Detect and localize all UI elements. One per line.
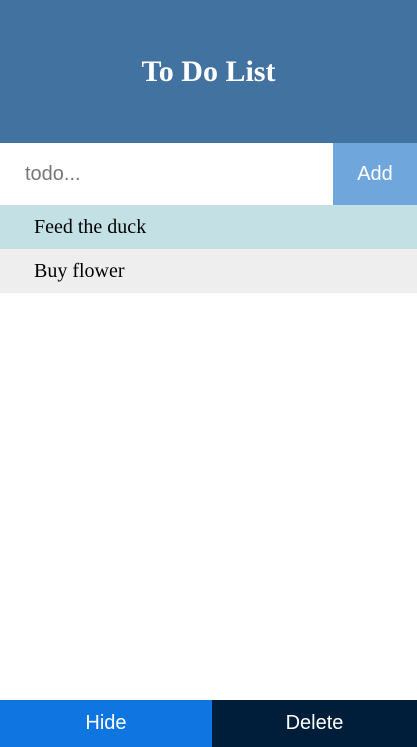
todo-item-buy-flower[interactable]: Buy flower <box>0 249 417 293</box>
footer-actions: Hide Delete <box>0 700 417 747</box>
page-title: To Do List <box>141 54 276 88</box>
todo-item-feed-the-duck[interactable]: Feed the duck <box>0 205 417 249</box>
hide-button[interactable]: Hide <box>0 700 212 747</box>
todo-input-row: Add <box>0 143 417 205</box>
app-header: To Do List <box>0 0 417 143</box>
add-button[interactable]: Add <box>333 143 417 205</box>
delete-button[interactable]: Delete <box>212 700 417 747</box>
todo-input[interactable] <box>0 143 333 205</box>
todo-list: Feed the duck Buy flower <box>0 205 417 293</box>
